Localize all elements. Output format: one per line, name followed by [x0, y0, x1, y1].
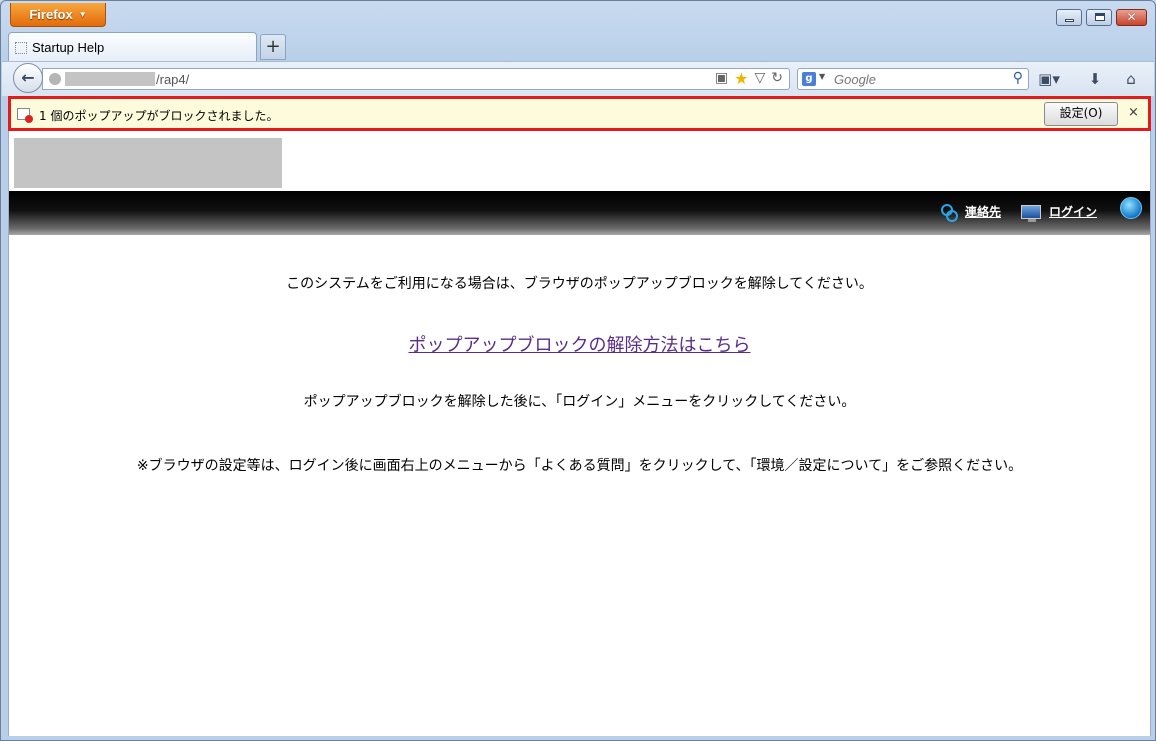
help-link-row: ポップアップブロックの解除方法はこちら: [9, 331, 1150, 357]
close-window-button[interactable]: ✕: [1116, 9, 1147, 26]
page-favicon-icon: [15, 41, 27, 54]
nav-login[interactable]: ログイン: [1021, 203, 1098, 222]
google-engine-icon[interactable]: g: [802, 72, 816, 86]
popup-blocked-indicator-icon[interactable]: ▣: [715, 70, 728, 87]
search-input[interactable]: Google: [834, 72, 876, 87]
monitor-icon: [1021, 204, 1041, 222]
tab-title: Startup Help: [32, 40, 105, 55]
browser-window: Firefox ▼ ✕ Startup Help + /rap4/ ▣ ★ ▽ …: [0, 0, 1156, 741]
globe-icon[interactable]: [1120, 197, 1142, 219]
site-logo-redacted: [14, 138, 282, 188]
bookmark-star-icon[interactable]: ★: [734, 70, 748, 87]
settings-button[interactable]: 設定(O): [1044, 102, 1118, 126]
home-icon[interactable]: ⌂: [1119, 68, 1143, 90]
url-bar[interactable]: /rap4/ ▣ ★ ▽ ↻: [42, 68, 790, 90]
reload-icon[interactable]: ↻: [771, 70, 783, 87]
search-bar[interactable]: g ▼ Google ⚲: [797, 68, 1029, 90]
chevron-down-icon: ▼: [78, 10, 87, 19]
navigation-toolbar: /rap4/ ▣ ★ ▽ ↻ ← g ▼ Google ⚲ ▣▾ ⬇ ⌂: [2, 61, 1154, 96]
contact-icon: [941, 203, 958, 222]
close-icon: ✕: [1126, 10, 1137, 24]
search-icon[interactable]: ⚲: [1013, 70, 1023, 86]
nav-login-label: ログイン: [1049, 205, 1098, 219]
url-host-redacted: [65, 72, 155, 86]
notification-message: 1 個のポップアップがブロックされました。: [39, 109, 279, 123]
popup-blocked-notification-bar: 1 個のポップアップがブロックされました。 設定(O) ×: [8, 96, 1151, 131]
url-path: /rap4/: [156, 72, 190, 87]
site-identity-icon[interactable]: [49, 73, 61, 85]
firefox-menu-label: Firefox: [29, 7, 73, 22]
tab-startup-help[interactable]: Startup Help: [8, 32, 257, 62]
window-controls: ✕: [1056, 9, 1147, 26]
nav-contact-label: 連絡先: [965, 205, 1002, 219]
history-dropdown-icon[interactable]: ▽: [754, 70, 765, 87]
back-button[interactable]: ←: [13, 63, 43, 93]
nav-contact[interactable]: 連絡先: [941, 203, 1002, 222]
instruction-line-1: このシステムをご利用になる場合は、ブラウザのポップアップブロックを解除してくださ…: [286, 276, 873, 292]
new-tab-button[interactable]: +: [260, 34, 286, 60]
page-content: 連絡先 ログイン このシステムをご利用になる場合は、ブラウザのポップアップブロッ…: [8, 131, 1151, 736]
bookmarks-menu-icon[interactable]: ▣▾: [1037, 68, 1061, 90]
instruction-line-3: ※ブラウザの設定等は、ログイン後に画面右上のメニューから「よくある質問」をクリッ…: [136, 458, 1023, 474]
url-bar-icons: ▣ ★ ▽ ↻: [715, 70, 783, 87]
firefox-menu-button[interactable]: Firefox ▼: [10, 3, 106, 27]
popup-unblock-help-link[interactable]: ポップアップブロックの解除方法はこちら: [409, 335, 751, 356]
popup-blocked-icon: [17, 108, 33, 123]
maximize-button[interactable]: [1086, 9, 1112, 26]
site-header-bar: 連絡先 ログイン: [9, 191, 1150, 235]
close-notification-icon[interactable]: ×: [1128, 105, 1139, 120]
back-arrow-icon: ←: [21, 68, 35, 87]
instruction-line-2: ポップアップブロックを解除した後に、「ログイン」メニューをクリックしてください。: [303, 394, 856, 410]
maximize-icon: [1095, 13, 1105, 21]
chevron-down-icon[interactable]: ▼: [819, 72, 825, 81]
minimize-button[interactable]: [1056, 9, 1082, 26]
download-icon[interactable]: ⬇: [1083, 68, 1107, 90]
minimize-icon: [1065, 19, 1074, 22]
